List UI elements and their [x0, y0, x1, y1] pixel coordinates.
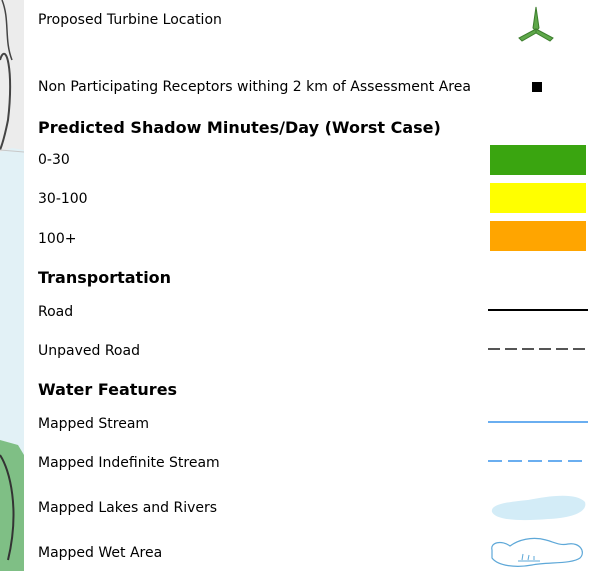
wet-area-symbol: [491, 537, 583, 567]
legend-label-shadow-30-100: 30-100: [38, 191, 88, 207]
swatch-shadow-100-plus: [490, 221, 586, 251]
stream-line-symbol: [488, 421, 588, 423]
turbine-icon: [518, 6, 554, 42]
unpaved-road-line-symbol: [488, 348, 588, 350]
legend-label-unpaved-road: Unpaved Road: [38, 343, 140, 359]
legend-label-indefinite-stream: Mapped Indefinite Stream: [38, 455, 220, 471]
legend-label-receptors: Non Participating Receptors withing 2 km…: [38, 79, 471, 95]
legend-label-lakes-rivers: Mapped Lakes and Rivers: [38, 500, 218, 516]
map-legend: Proposed Turbine Location Non Participat…: [24, 0, 590, 571]
swatch-shadow-30-100: [490, 183, 586, 213]
legend-label-road: Road: [38, 304, 74, 320]
swatch-shadow-0-30: [490, 145, 586, 175]
legend-label-wet-area: Mapped Wet Area: [38, 545, 163, 561]
square-marker-icon: [532, 82, 542, 92]
legend-label-shadow-100-plus: 100+: [38, 231, 77, 247]
indefinite-stream-line-symbol: [488, 460, 588, 462]
legend-label-mapped-stream: Mapped Stream: [38, 416, 150, 432]
map-edge-graphic: [0, 0, 24, 571]
shadow-heading: Predicted Shadow Minutes/Day (Worst Case…: [38, 118, 441, 137]
legend-label-shadow-0-30: 0-30: [38, 152, 70, 168]
road-line-symbol: [488, 309, 588, 311]
lake-area-symbol: [491, 495, 586, 521]
legend-label-turbine: Proposed Turbine Location: [38, 12, 222, 28]
water-heading: Water Features: [38, 380, 178, 399]
map-edge: [0, 0, 24, 571]
transportation-heading: Transportation: [38, 268, 172, 287]
